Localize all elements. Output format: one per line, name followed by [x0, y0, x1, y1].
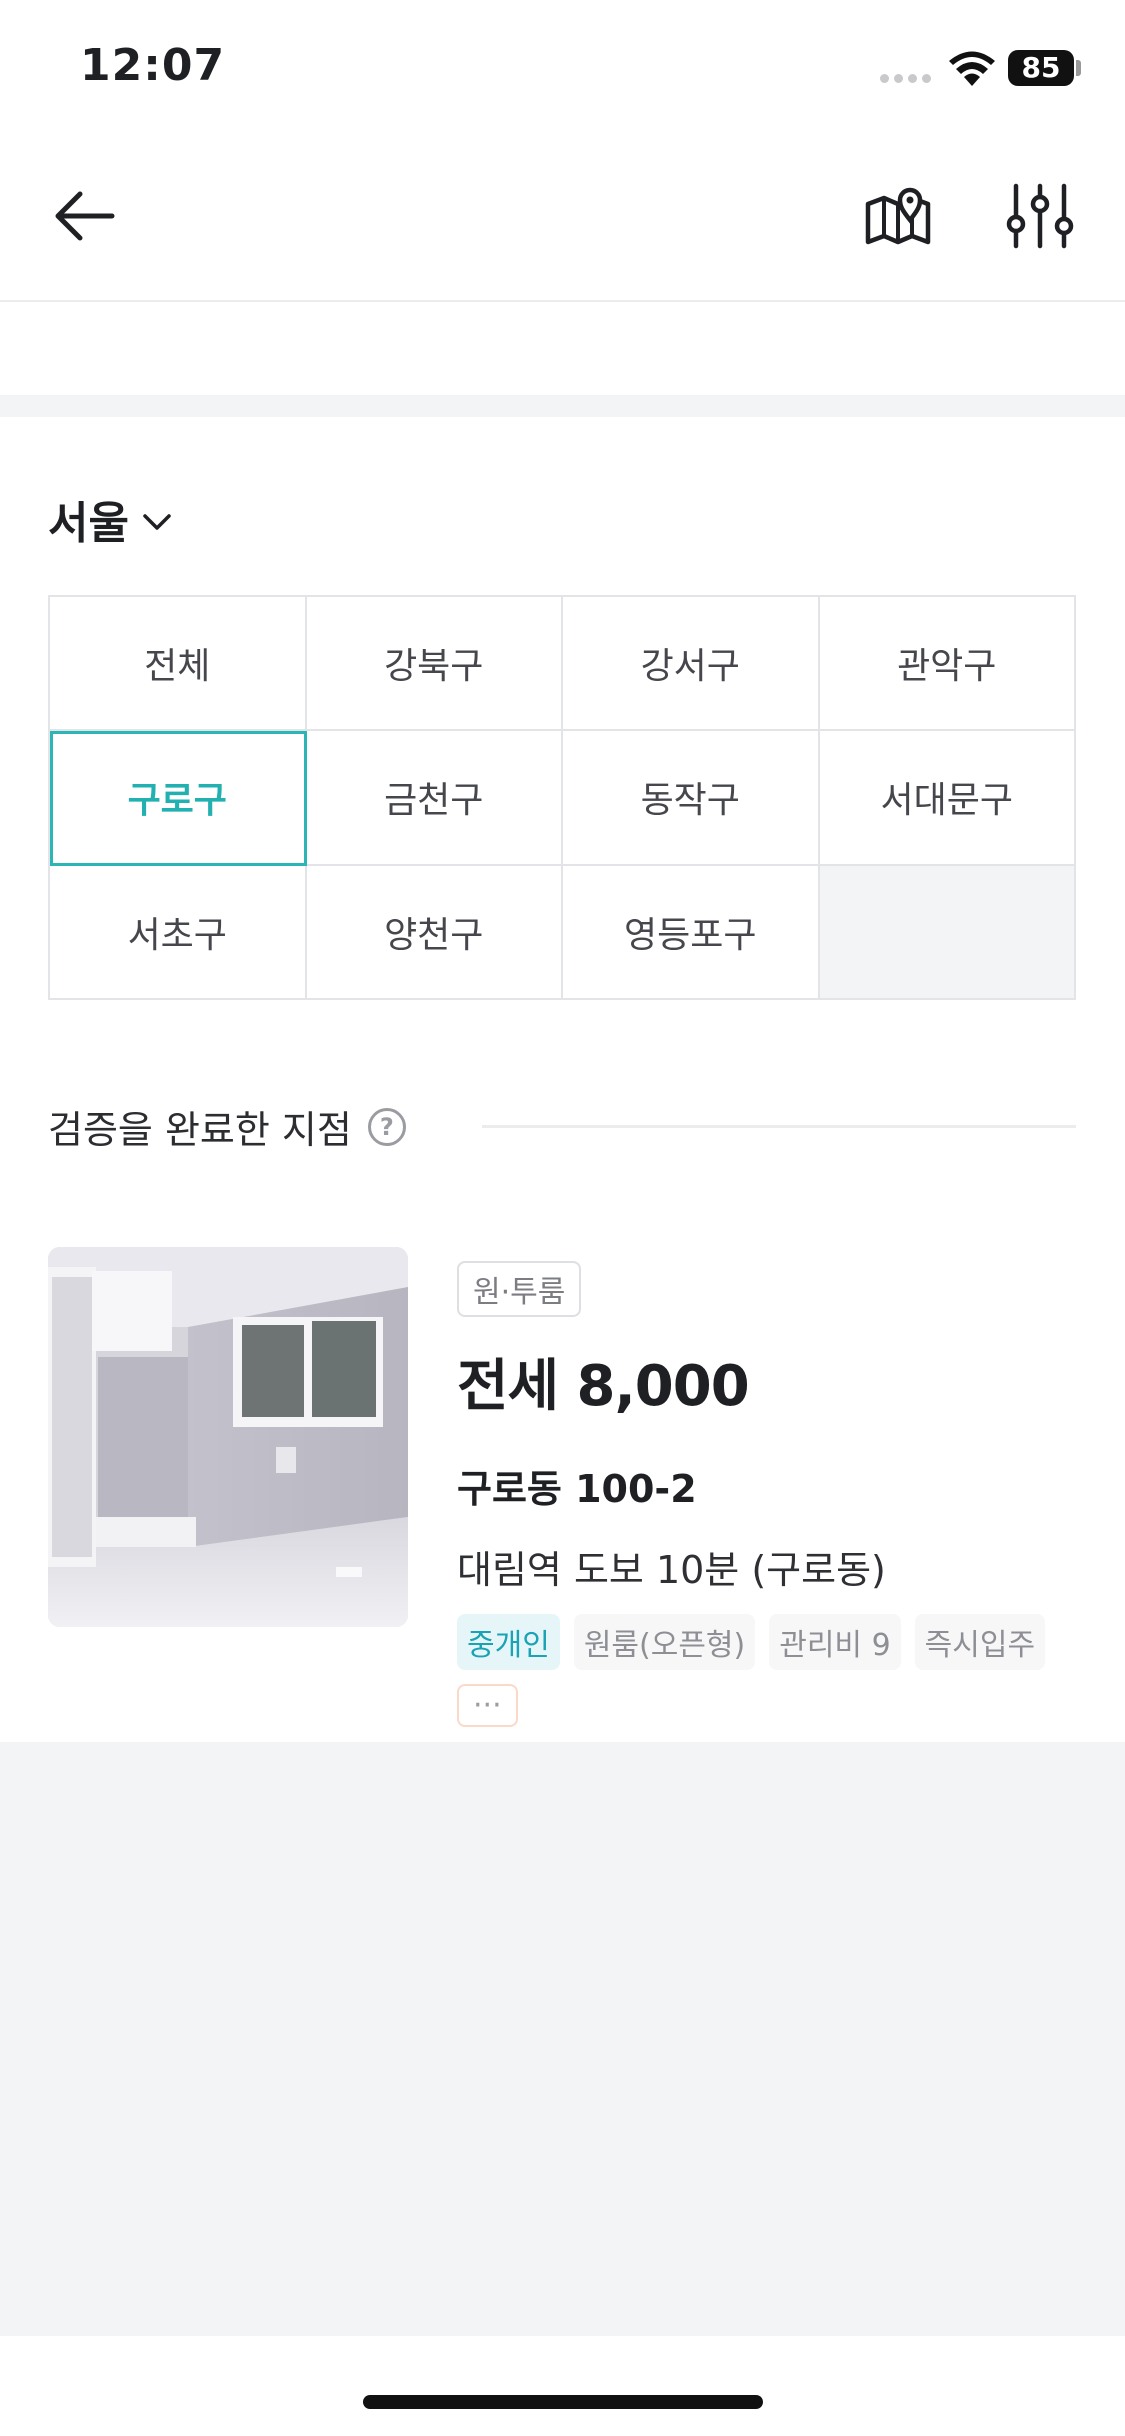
- battery-tip: [1076, 60, 1081, 76]
- tag-move-in: 즉시입주: [914, 1614, 1046, 1670]
- city-selector[interactable]: 서울: [48, 487, 175, 551]
- district-grid: 전체 강북구 강서구 관악구 구로구 금천구 동작구 서대문구 서초구 양천구 …: [48, 595, 1076, 1000]
- filter-sliders-icon[interactable]: [1000, 176, 1080, 256]
- listing-tags: 중개인 원룸(오픈형) 관리비 9 즉시입주 ···: [457, 1614, 1077, 1727]
- listing-photo: [48, 1247, 408, 1627]
- district-cell-selected[interactable]: 구로구: [50, 731, 307, 866]
- listing-price: 전세 8,000: [457, 1354, 750, 1419]
- region-section: 서울 전체 강북구 강서구 관악구 구로구 금천구 동작구 서대문구 서초구 양…: [0, 417, 1125, 1742]
- cellular-signal-icon: [880, 74, 934, 86]
- home-indicator: [363, 2395, 763, 2409]
- divider: [482, 1125, 1076, 1128]
- district-cell[interactable]: 관악구: [819, 597, 1076, 732]
- help-icon[interactable]: ?: [367, 1107, 406, 1146]
- room-type-tag: 원·투룸: [457, 1261, 582, 1317]
- wifi-icon: [949, 51, 995, 86]
- top-navigation: [0, 140, 1125, 302]
- bottom-bar: [0, 2336, 1125, 2436]
- district-cell-empty: [819, 865, 1076, 1000]
- district-cell[interactable]: 강북구: [306, 597, 563, 732]
- district-cell[interactable]: 양천구: [306, 865, 563, 1000]
- district-cell[interactable]: 영등포구: [563, 865, 820, 1000]
- status-time: 12:07: [80, 40, 226, 91]
- listing-address: 구로동 100-2: [457, 1467, 697, 1511]
- back-arrow-icon[interactable]: [48, 176, 128, 256]
- city-label: 서울: [48, 498, 129, 549]
- district-cell[interactable]: 서대문구: [819, 731, 1076, 866]
- district-cell[interactable]: 강서구: [563, 597, 820, 732]
- more-tags-button[interactable]: ···: [457, 1684, 518, 1727]
- chevron-down-icon: [143, 514, 171, 530]
- tag-agent: 중개인: [457, 1614, 560, 1670]
- tag-maintenance-fee: 관리비 9: [769, 1614, 901, 1670]
- battery-level: 85: [1008, 50, 1074, 86]
- tag-room-layout: 원룸(오픈형): [573, 1614, 756, 1670]
- listing-info: 원·투룸 전세 8,000 구로동 100-2 대림역 도보 10분 (구로동)…: [457, 1261, 1077, 1727]
- listing-description: 대림역 도보 10분 (구로동): [457, 1548, 886, 1592]
- verified-heading: 검증을 완료한 지점 ?: [48, 1099, 406, 1154]
- district-cell[interactable]: 동작구: [563, 731, 820, 866]
- listing-card[interactable]: 원·투룸 전세 8,000 구로동 100-2 대림역 도보 10분 (구로동)…: [48, 1247, 1078, 1727]
- district-cell[interactable]: 서초구: [50, 865, 307, 1000]
- status-bar: 12:07 85: [0, 0, 1125, 140]
- verified-title: 검증을 완료한 지점: [48, 1108, 352, 1152]
- district-cell[interactable]: 금천구: [306, 731, 563, 866]
- district-cell[interactable]: 전체: [50, 597, 307, 732]
- map-pin-icon[interactable]: [858, 176, 938, 256]
